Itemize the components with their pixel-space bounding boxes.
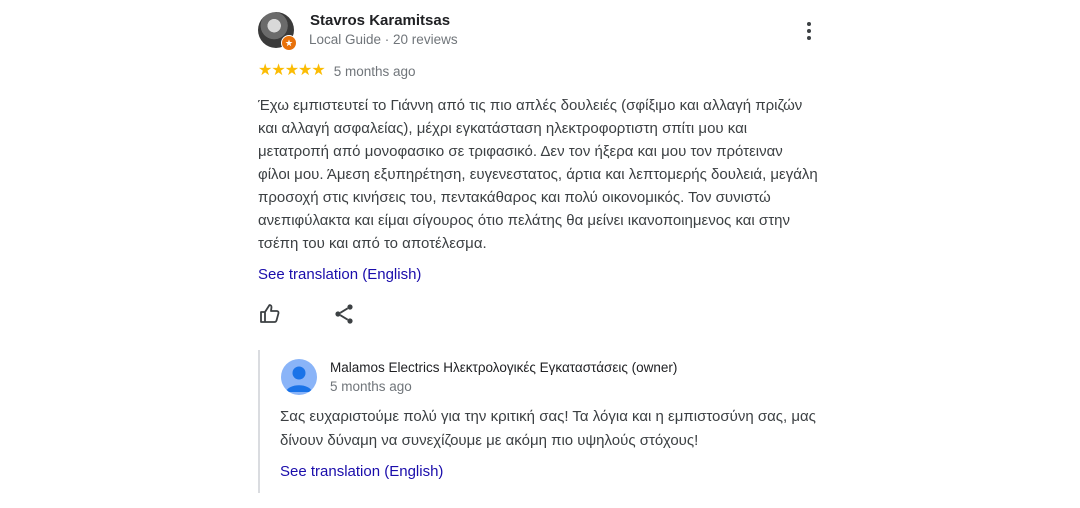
reviewer-avatar[interactable]: [258, 12, 297, 51]
review-time: 5 months ago: [333, 63, 416, 79]
review-actions: [258, 302, 378, 326]
more-vertical-icon: [807, 22, 811, 26]
more-vertical-icon-dot: [807, 36, 811, 40]
more-options-button[interactable]: [798, 18, 820, 44]
local-guide-badge-icon: [281, 35, 297, 51]
owner-reply-time: 5 months ago: [330, 379, 412, 394]
share-icon: [335, 304, 353, 324]
share-button[interactable]: [332, 302, 356, 326]
owner-name: Malamos Electrics Ηλεκτρολογικές Εγκατασ…: [330, 360, 678, 375]
person-icon: [286, 366, 312, 392]
rating-row: ★★★★★ 5 months ago: [258, 62, 416, 80]
badge-star-icon: [285, 39, 293, 47]
thumbs-up-icon: [260, 304, 280, 323]
owner-avatar: [281, 359, 317, 395]
owner-reply-text: Σας ευχαριστούμε πολύ για την κριτική σα…: [280, 408, 816, 449]
review-text: Έχω εμπιστευτεί το Γιάννη από τις πιο απ…: [258, 97, 818, 252]
owner-reply: Malamos Electrics Ηλεκτρολογικές Εγκατασ…: [258, 350, 822, 493]
reviewer-meta: Local Guide · 20 reviews: [309, 32, 458, 47]
see-translation-link[interactable]: See translation (English): [258, 266, 421, 283]
more-vertical-icon-dot: [807, 29, 811, 33]
owner-see-translation-link[interactable]: See translation (English): [280, 463, 443, 480]
star-rating: ★★★★★: [258, 62, 326, 79]
reviewer-name[interactable]: Stavros Karamitsas: [310, 12, 450, 29]
like-button[interactable]: [258, 302, 282, 326]
